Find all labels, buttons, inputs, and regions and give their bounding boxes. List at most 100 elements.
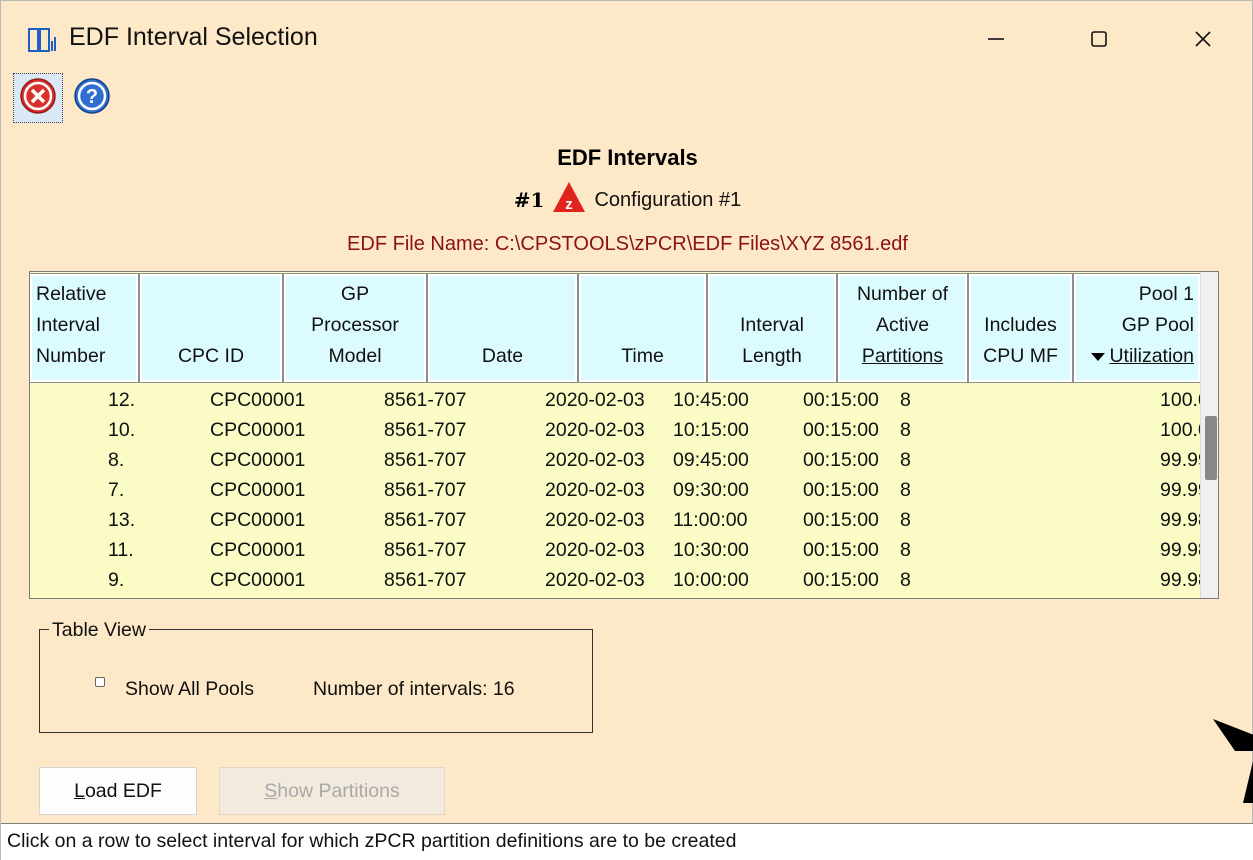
column-header[interactable]: Date bbox=[427, 273, 578, 383]
table-body: 12. CPC00001 8561-707 2020-02-03 10:45:00 00:… bbox=[30, 386, 1218, 596]
column-header-line: Utilization bbox=[1080, 341, 1194, 372]
close-icon[interactable] bbox=[1173, 13, 1233, 65]
column-header-line: Partitions bbox=[861, 345, 944, 367]
table-cell: CPC00001 bbox=[210, 509, 306, 531]
table-cell: 8 bbox=[900, 389, 911, 411]
column-header-line bbox=[585, 279, 700, 310]
column-header-line bbox=[146, 310, 276, 341]
table-row[interactable]: 13. CPC00001 8561-707 2020-02-03 11:00:00 00:… bbox=[30, 506, 1218, 536]
table-cell: 8561-707 bbox=[384, 479, 467, 501]
table-view-label: Table View bbox=[49, 619, 149, 642]
table-cell: 8 bbox=[900, 539, 911, 561]
help-icon: ? bbox=[72, 76, 112, 121]
column-header[interactable]: Time bbox=[578, 273, 707, 383]
table-cell: 8561-707 bbox=[384, 569, 467, 591]
table-cell: 00:15:00 bbox=[803, 449, 879, 471]
show-partitions-label: how Partitions bbox=[277, 779, 400, 802]
table-cell: 2020-02-03 bbox=[545, 569, 645, 591]
table-cell: CPC00001 bbox=[210, 539, 306, 561]
status-bar: Click on a row to select interval for wh… bbox=[1, 823, 1253, 860]
table-cell: 8561-707 bbox=[384, 449, 467, 471]
table-cell: 11. bbox=[108, 539, 134, 561]
column-header-line: GP Pool bbox=[1121, 314, 1194, 336]
scrollbar-thumb[interactable] bbox=[1205, 416, 1217, 480]
table-cell: 10:30:00 bbox=[673, 539, 749, 561]
table-cell: 09:45:00 bbox=[673, 449, 749, 471]
table-cell: 09:30:00 bbox=[673, 479, 749, 501]
exit-button[interactable] bbox=[13, 73, 63, 123]
column-header[interactable]: CPC ID bbox=[139, 273, 283, 383]
app-icon bbox=[27, 25, 59, 57]
table-cell: 10:00:00 bbox=[673, 569, 749, 591]
table-cell: 8561-707 bbox=[384, 419, 467, 441]
column-header-line bbox=[975, 279, 1066, 310]
table-cell: 13. bbox=[108, 509, 136, 531]
table-row[interactable]: 8. CPC00001 8561-707 2020-02-03 09:45:00 00:1… bbox=[30, 446, 1218, 476]
edf-interval-selection-window: EDF Interval Selection ? EDF Intervals #… bbox=[0, 0, 1253, 860]
interval-count: Number of intervals: 16 bbox=[313, 678, 515, 700]
table-cell: 8 bbox=[900, 419, 911, 441]
table-row[interactable]: 12. CPC00001 8561-707 2020-02-03 10:45:00 00:… bbox=[30, 386, 1218, 416]
help-button[interactable]: ? bbox=[67, 73, 117, 123]
table-cell: 8 bbox=[900, 569, 911, 591]
table-row[interactable]: 7. CPC00001 8561-707 2020-02-03 09:30:00 00:1… bbox=[30, 476, 1218, 506]
table-row[interactable]: 11. CPC00001 8561-707 2020-02-03 10:30:00 00:… bbox=[30, 536, 1218, 566]
column-header-line: Interval bbox=[36, 314, 100, 336]
show-all-pools-checkbox[interactable] bbox=[95, 677, 105, 687]
column-header-line: Active bbox=[875, 314, 930, 336]
table-cell: 8 bbox=[900, 449, 911, 471]
toolbar: ? bbox=[13, 73, 117, 125]
column-header[interactable]: GP Processor Model bbox=[283, 273, 427, 383]
column-header-line: CPC ID bbox=[177, 345, 245, 367]
table-cell: 2020-02-03 bbox=[545, 419, 645, 441]
table-cell: 8561-707 bbox=[384, 539, 467, 561]
column-header[interactable]: Number of Active Partitions bbox=[837, 273, 968, 383]
table-cell: 8561-707 bbox=[384, 389, 467, 411]
column-header-line: Date bbox=[481, 345, 524, 367]
column-header-line bbox=[434, 279, 571, 310]
table-cell: 00:15:00 bbox=[803, 479, 879, 501]
table-cell: 9. bbox=[108, 569, 125, 591]
table-cell: 00:15:00 bbox=[803, 569, 879, 591]
title-bar[interactable]: EDF Interval Selection bbox=[1, 1, 1252, 77]
table-cell: 2020-02-03 bbox=[545, 509, 645, 531]
maximize-icon[interactable] bbox=[1069, 13, 1129, 65]
column-header-line bbox=[146, 279, 276, 310]
svg-text:z: z bbox=[566, 196, 574, 213]
table-cell: 2020-02-03 bbox=[545, 479, 645, 501]
table-row[interactable]: 10. CPC00001 8561-707 2020-02-03 10:15:00 00:… bbox=[30, 416, 1218, 446]
table-cell: 2020-02-03 bbox=[545, 449, 645, 471]
table-cell: 11:00:00 bbox=[673, 509, 748, 531]
load-edf-mnemonic: L bbox=[74, 779, 85, 802]
show-all-pools-label[interactable]: Show All Pools bbox=[125, 678, 254, 701]
intervals-table[interactable]: Relative Interval Number CPC ID GP Processor… bbox=[29, 271, 1219, 599]
column-header-line: Includes bbox=[984, 314, 1057, 336]
table-cell: CPC00001 bbox=[210, 569, 306, 591]
table-cell: 7. bbox=[108, 479, 125, 501]
column-header-line: Time bbox=[621, 345, 664, 367]
table-cell: 10. bbox=[108, 419, 136, 441]
table-cell: 2020-02-03 bbox=[545, 389, 645, 411]
corner-arrow-icon bbox=[1213, 717, 1253, 805]
exit-icon bbox=[18, 76, 58, 121]
column-header-line: Processor bbox=[311, 314, 399, 336]
column-header-line: CPU MF bbox=[983, 345, 1058, 367]
table-cell: CPC00001 bbox=[210, 419, 306, 441]
table-row[interactable]: 9. CPC00001 8561-707 2020-02-03 10:00:00 00:1… bbox=[30, 566, 1218, 596]
table-cell: 8. bbox=[108, 449, 125, 471]
show-partitions-button[interactable]: Show Partitions bbox=[219, 767, 445, 815]
column-header[interactable]: Relative Interval Number bbox=[30, 273, 139, 383]
load-edf-button[interactable]: Load EDF bbox=[39, 767, 197, 815]
config-badge-icon: z bbox=[552, 181, 586, 219]
minimize-icon[interactable] bbox=[966, 13, 1026, 65]
table-cell: 00:15:00 bbox=[803, 539, 879, 561]
config-number: #1 bbox=[513, 188, 545, 212]
table-cell: 00:15:00 bbox=[803, 389, 879, 411]
table-cell: 12. bbox=[108, 389, 136, 411]
column-header-line: Number of bbox=[856, 283, 949, 305]
column-header[interactable]: Includes CPU MF bbox=[968, 273, 1073, 383]
column-header[interactable]: Pool 1 GP Pool Utilization bbox=[1073, 273, 1201, 383]
vertical-scrollbar[interactable] bbox=[1200, 272, 1218, 598]
config-name: Configuration #1 bbox=[594, 188, 742, 211]
column-header[interactable]: Interval Length bbox=[707, 273, 837, 383]
